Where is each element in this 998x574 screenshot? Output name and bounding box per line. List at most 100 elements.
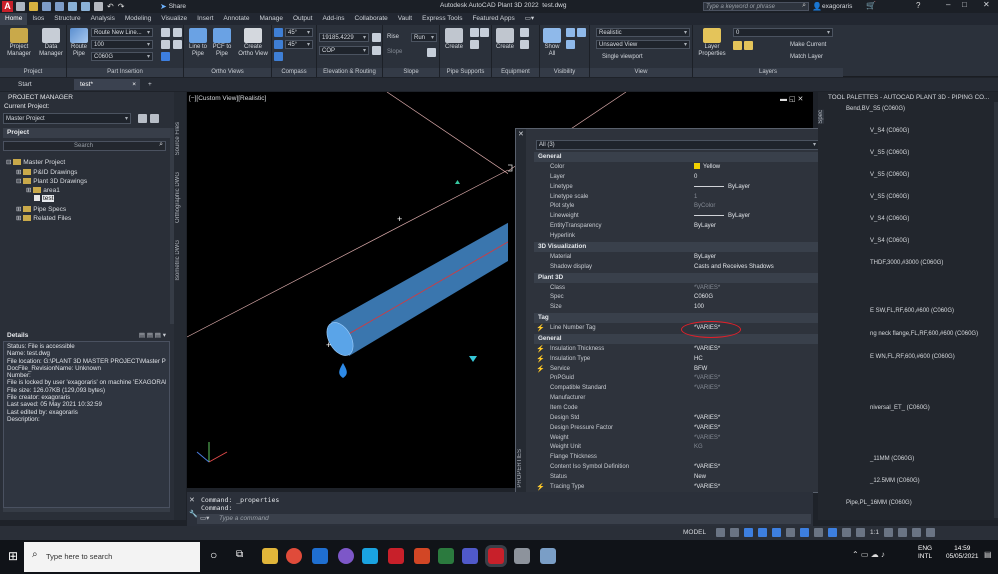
cop-dropdown[interactable]: COP: [319, 46, 369, 55]
support-tool1-icon[interactable]: [470, 28, 479, 37]
angle2-dropdown[interactable]: 45°: [285, 40, 313, 49]
pcf-to-pipe-button[interactable]: PCF to Pipe: [210, 28, 234, 57]
current-project-dropdown[interactable]: Master Project: [3, 113, 131, 124]
open-icon[interactable]: [29, 2, 38, 11]
tree-item-pid-drawings[interactable]: ⊞ P&ID Drawings: [16, 168, 77, 176]
scale-button[interactable]: 1:1: [870, 529, 879, 536]
flange-tool-icon[interactable]: [173, 40, 182, 49]
property-row[interactable]: Material ByLayer: [534, 253, 854, 263]
tab-visualize[interactable]: Visualize: [156, 13, 192, 25]
user-icon[interactable]: 👤: [812, 2, 822, 11]
palette-item[interactable]: V_S4 (C060G): [870, 208, 998, 230]
tab-add-ins[interactable]: Add-ins: [317, 13, 349, 25]
property-row[interactable]: Shadow display Casts and Receives Shadows: [534, 263, 854, 273]
osnap-icon[interactable]: [772, 528, 781, 537]
property-category[interactable]: Plant 3D: [534, 272, 854, 283]
3dosnap-icon[interactable]: [828, 528, 837, 537]
publish-icon[interactable]: [150, 114, 159, 123]
elbow-tool-icon[interactable]: [161, 28, 170, 37]
create-equipment-button[interactable]: Create: [494, 28, 516, 51]
layer-properties-button[interactable]: Layer Properties: [695, 28, 729, 57]
file-explorer-icon[interactable]: [262, 548, 278, 564]
language-indicator[interactable]: ENG INTL: [918, 545, 932, 561]
tree-item-test[interactable]: test: [34, 195, 55, 202]
viewport-config[interactable]: Single viewport: [602, 54, 643, 60]
tab-insert[interactable]: Insert: [192, 13, 218, 25]
redo-icon[interactable]: ↷: [118, 2, 125, 11]
coupling-tool-icon[interactable]: [173, 28, 182, 37]
support-tool3-icon[interactable]: [480, 28, 489, 37]
save-as-icon[interactable]: [55, 2, 64, 11]
project-search-input[interactable]: Search ⌕: [3, 141, 166, 151]
tab-analysis[interactable]: Analysis: [86, 13, 120, 25]
chrome-icon[interactable]: [286, 548, 302, 564]
property-category[interactable]: General: [534, 152, 854, 162]
layer-tool1-icon[interactable]: [733, 41, 742, 50]
drop-grip-icon[interactable]: [339, 363, 347, 378]
command-input[interactable]: ▭▾ Type a command: [197, 514, 811, 524]
ribbon-options-icon[interactable]: ▭▾: [520, 13, 539, 25]
support-tool2-icon[interactable]: [470, 40, 479, 49]
powerpoint-icon[interactable]: [414, 548, 430, 564]
compass-snap-icon[interactable]: [274, 40, 283, 49]
save-web-icon[interactable]: [81, 2, 90, 11]
property-row[interactable]: Linetype ByLayer: [534, 183, 854, 193]
palette-item[interactable]: _11MM (C060G): [870, 448, 998, 470]
palette-item[interactable]: V_S4 (C060G): [870, 230, 998, 252]
equipment-tool2-icon[interactable]: [520, 40, 529, 49]
app-icon-2[interactable]: [540, 548, 556, 564]
palette-item[interactable]: niversal_ET_ (C060G): [870, 397, 998, 419]
property-row[interactable]: Size 100: [534, 303, 854, 313]
palette-item[interactable]: V_S5 (C060G): [870, 186, 998, 208]
transparency-icon[interactable]: [800, 528, 809, 537]
layer-tool2-icon[interactable]: [744, 41, 753, 50]
outlook-icon[interactable]: [312, 548, 328, 564]
create-ortho-view-button[interactable]: Create Ortho View: [236, 28, 270, 57]
isolate-icon[interactable]: [577, 28, 586, 37]
tab-isometric-dwg[interactable]: Isometric DWG: [175, 240, 181, 281]
tab-start[interactable]: Start: [12, 79, 38, 90]
selection-cycling-icon[interactable]: [814, 528, 823, 537]
project-manager-button[interactable]: Project Manager: [3, 28, 35, 57]
visual-style-dropdown[interactable]: Realistic: [596, 28, 690, 37]
property-row[interactable]: EntityTransparency ByLayer: [534, 222, 854, 232]
hide-icon[interactable]: [566, 28, 575, 37]
property-row[interactable]: PnPGuid *VARIES*: [534, 374, 854, 384]
tee-tool-icon[interactable]: [161, 40, 170, 49]
teams-icon[interactable]: [462, 548, 478, 564]
create-support-button[interactable]: Create: [442, 28, 466, 51]
route-pipe-button[interactable]: Route Pipe: [68, 28, 90, 57]
run-input[interactable]: Run: [411, 33, 437, 42]
save-icon[interactable]: [42, 2, 51, 11]
palette-item[interactable]: _12.5MM (C060G): [870, 470, 998, 492]
dynamic-ucs-icon[interactable]: [842, 528, 851, 537]
project-icon[interactable]: [438, 548, 454, 564]
minimize-button[interactable]: –: [946, 0, 950, 9]
property-row[interactable]: Content Iso Symbol Definition *VARIES*: [534, 463, 854, 473]
tab-source-files[interactable]: Source Files: [175, 122, 181, 155]
elevation-icon[interactable]: [372, 46, 381, 55]
cart-icon[interactable]: 🛒: [866, 1, 876, 10]
palette-item[interactable]: THDF,3000,#3000 (C060G): [870, 252, 998, 274]
palette-scrollbar[interactable]: [994, 102, 998, 518]
palette-item[interactable]: E SW,FL,RF,600,#600 (C060G): [870, 300, 998, 322]
property-row[interactable]: Linetype scale 1: [534, 193, 854, 203]
make-current-button[interactable]: Make Current: [790, 42, 826, 48]
tab-test[interactable]: test* ×: [74, 79, 140, 90]
viewport-controls[interactable]: ▬ ◱ ✕: [780, 95, 803, 103]
ortho-icon[interactable]: [744, 528, 753, 537]
undo-icon[interactable]: ↶: [107, 2, 114, 11]
property-row[interactable]: Item Code: [534, 404, 854, 414]
lineweight-icon[interactable]: [786, 528, 795, 537]
tab-output[interactable]: Output: [288, 13, 318, 25]
tab-isos[interactable]: Isos: [27, 13, 49, 25]
clock[interactable]: 14:59 05/05/2021: [946, 545, 979, 561]
new-tab-button[interactable]: +: [142, 79, 158, 90]
palette-item[interactable]: Bend,BV_S5 (C060G): [846, 98, 998, 120]
grip-marker-icon[interactable]: [455, 180, 460, 184]
tree-item-master-project[interactable]: ⊟ Master Project: [6, 158, 65, 166]
open-web-icon[interactable]: [68, 2, 77, 11]
tree-item-plant3d-drawings[interactable]: ⊟ Plant 3D Drawings: [16, 177, 87, 185]
task-view-icon[interactable]: ⧉: [236, 549, 243, 560]
viber-icon[interactable]: [338, 548, 354, 564]
